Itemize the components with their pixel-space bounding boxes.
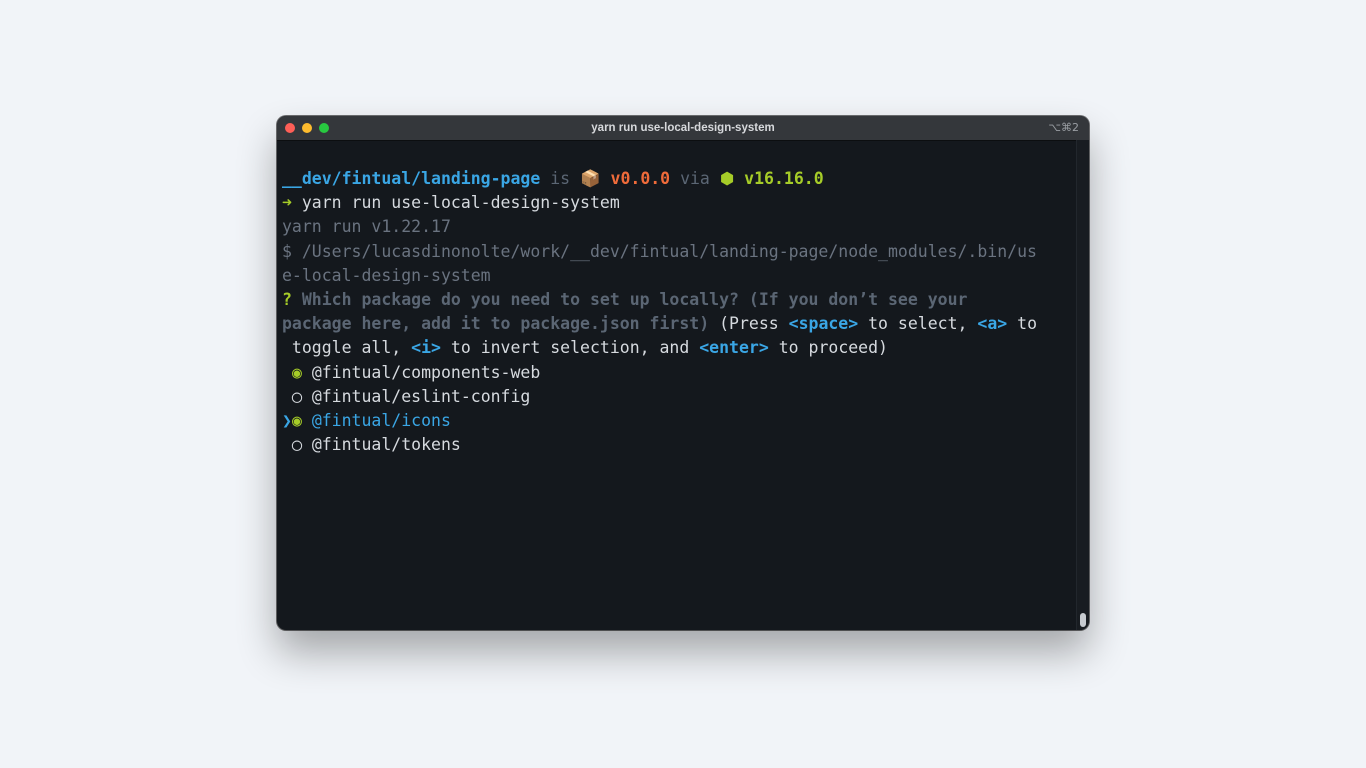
pointer-icon: [282, 435, 292, 454]
question-text-1: Which package do you need to set up loca…: [301, 289, 968, 309]
package-version: v0.0.0: [610, 169, 671, 188]
prompt-is: is: [550, 169, 571, 188]
exec-line-2: e-local-design-system: [282, 265, 491, 285]
yarn-version-line: yarn run v1.22.17: [282, 217, 451, 237]
command-line: ➜ yarn run use-local-design-system: [282, 191, 1077, 215]
hint-toggle-all: toggle all,: [282, 338, 412, 358]
radio-unselected-icon[interactable]: ◯: [292, 387, 302, 406]
pointer-icon: ❯: [282, 410, 292, 430]
hint-to-select: to select,: [858, 314, 978, 334]
question-line-3: toggle all, <i> to invert selection, and…: [282, 336, 1077, 360]
hint-press: (Press: [719, 314, 789, 334]
choice-label: @fintual/tokens: [311, 435, 461, 455]
title-bar: yarn run use-local-design-system ⌥⌘2: [277, 116, 1089, 141]
node-icon: ⬢: [719, 169, 735, 188]
key-i: <i>: [411, 338, 441, 358]
key-a: <a>: [977, 314, 1008, 334]
hint-to-invert: to invert selection, and: [440, 338, 700, 358]
question-line-2: package here, add it to package.json fir…: [282, 312, 1077, 336]
radio-selected-icon[interactable]: ◉: [292, 363, 302, 382]
question-mark: ?: [282, 289, 292, 309]
choice-item[interactable]: ◯ @fintual/eslint-config: [282, 385, 1077, 409]
window-shortcut: ⌥⌘2: [1048, 121, 1079, 134]
pointer-icon: [282, 387, 292, 406]
scrollbar-thumb[interactable]: [1080, 613, 1086, 627]
question-text-2: package here, add it to package.json fir…: [282, 314, 710, 334]
prompt-line: __dev/fintual/landing-page is 📦 v0.0.0 v…: [282, 167, 1077, 191]
choice-label: @fintual/components-web: [311, 362, 541, 382]
prompt-arrow-icon: ➜: [282, 193, 292, 213]
question-line-1: ? Which package do you need to set up lo…: [282, 288, 1077, 312]
key-space: <space>: [788, 314, 859, 334]
choice-item[interactable]: ◯ @fintual/tokens: [282, 433, 1077, 457]
window-title: yarn run use-local-design-system: [591, 122, 775, 134]
terminal-window: yarn run use-local-design-system ⌥⌘2 __d…: [277, 116, 1089, 630]
exec-line-1: $ /Users/lucasdinonolte/work/__dev/fintu…: [282, 241, 1037, 261]
command-text: yarn run use-local-design-system: [301, 193, 620, 213]
choice-label: @fintual/icons: [311, 410, 451, 430]
radio-selected-icon[interactable]: ◉: [292, 411, 302, 430]
prompt-path: __dev/fintual/landing-page: [282, 169, 541, 188]
pointer-icon: [282, 363, 292, 382]
prompt-via: via: [680, 169, 710, 188]
radio-unselected-icon[interactable]: ◯: [292, 435, 302, 454]
scrollbar[interactable]: [1076, 140, 1089, 630]
terminal-output[interactable]: __dev/fintual/landing-page is 📦 v0.0.0 v…: [282, 167, 1077, 457]
node-version: v16.16.0: [744, 169, 824, 188]
hint-to-proceed: to proceed): [768, 338, 888, 358]
hint-to: to: [1007, 314, 1038, 334]
choice-label: @fintual/eslint-config: [311, 386, 531, 406]
choice-item[interactable]: ◉ @fintual/components-web: [282, 361, 1077, 385]
choice-item-active[interactable]: ❯◉ @fintual/icons: [282, 409, 1077, 433]
package-icon: 📦: [580, 169, 601, 188]
key-enter: <enter>: [699, 338, 769, 358]
